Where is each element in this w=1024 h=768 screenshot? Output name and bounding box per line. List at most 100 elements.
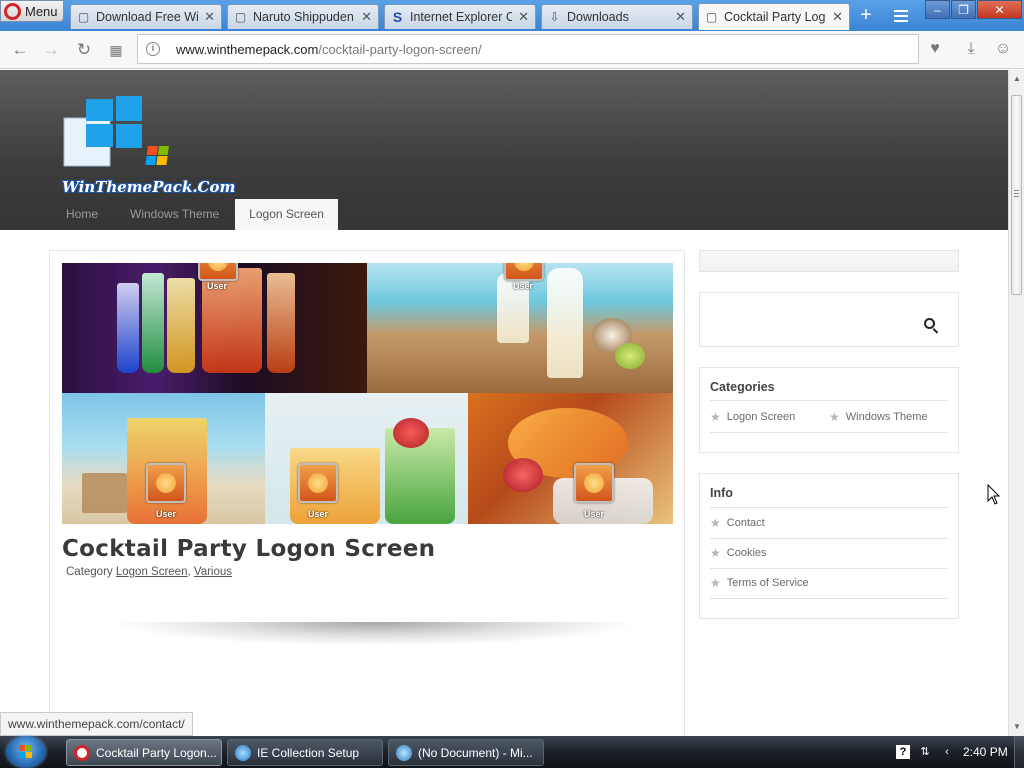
- info-link-label: Terms of Service: [726, 577, 809, 589]
- category-link-logon-screen[interactable]: Logon Screen: [116, 566, 188, 578]
- account-icon[interactable]: ☺: [993, 39, 1013, 59]
- show-desktop-button[interactable]: [1014, 736, 1024, 768]
- divider: [710, 400, 948, 401]
- sidebar-info-contact[interactable]: ★ Contact: [710, 516, 765, 530]
- user-avatar-icon: [146, 463, 186, 503]
- nav-home[interactable]: Home: [50, 199, 114, 230]
- taskbar-button-label: IE Collection Setup: [257, 745, 360, 760]
- tile-user-label: User: [207, 281, 228, 291]
- link-status-url: www.winthemepack.com/contact/: [0, 712, 193, 736]
- tab-internet-explorer[interactable]: S Internet Explorer Co ✕: [384, 4, 536, 29]
- divider-shadow: [110, 622, 640, 646]
- sidebar-info-terms[interactable]: ★ Terms of Service: [710, 576, 809, 590]
- globe-icon: [396, 744, 412, 761]
- tile-user-label: User: [156, 509, 177, 519]
- minimize-window-button[interactable]: –: [925, 0, 950, 19]
- pina-colada-tile: User: [367, 263, 673, 393]
- opera-icon: [74, 744, 90, 761]
- back-arrow-icon[interactable]: ←: [10, 40, 30, 60]
- taskbar-button-ie-collection[interactable]: IE Collection Setup: [227, 739, 383, 766]
- winthemepack-logo[interactable]: WinThemePack.Com: [62, 96, 236, 196]
- tile-user-label: User: [584, 509, 605, 519]
- forward-arrow-icon[interactable]: →: [41, 40, 61, 60]
- close-icon[interactable]: ✕: [675, 9, 686, 25]
- sidebar-category-logon-screen[interactable]: ★ Logon Screen: [710, 410, 795, 424]
- taskbar-button-opera[interactable]: Cocktail Party Logon...: [66, 739, 222, 766]
- speed-dial-grid-icon[interactable]: ▦: [106, 40, 126, 60]
- category-prefix: Category: [66, 566, 116, 578]
- address-bar: ← → ↻ ▦ i www.winthemepack.com/cocktail-…: [0, 31, 1024, 69]
- opera-menu-button[interactable]: Menu: [0, 0, 64, 22]
- divider: [710, 432, 948, 433]
- divider: [710, 598, 948, 599]
- url-input[interactable]: i www.winthemepack.com/cocktail-party-lo…: [137, 34, 919, 64]
- close-window-button[interactable]: ✕: [977, 0, 1022, 19]
- nav-windows-theme[interactable]: Windows Theme: [114, 199, 235, 230]
- page-icon: ▢: [77, 10, 90, 24]
- s-logo-icon: S: [392, 9, 403, 25]
- page-viewport: WinThemePack.Com Home Windows Theme Logo…: [0, 70, 1008, 736]
- page-scrollbar[interactable]: ▲ ▼: [1008, 70, 1024, 736]
- post-title: Cocktail Party Logon Screen: [62, 536, 436, 562]
- menu-label: Menu: [25, 3, 58, 19]
- post-preview-image[interactable]: User User User User User: [62, 263, 673, 524]
- scrollbar-thumb[interactable]: [1011, 95, 1022, 295]
- show-hidden-icons-chevron-icon[interactable]: ‹: [940, 745, 954, 759]
- close-icon[interactable]: ✕: [832, 9, 843, 25]
- taskbar-button-label: (No Document) - Mi...: [418, 745, 533, 760]
- tile-user-label: User: [308, 509, 329, 519]
- tab-download-free-windows[interactable]: ▢ Download Free Windows ✕: [70, 4, 222, 29]
- post-content: User User User User User Cocktail Party …: [49, 250, 685, 736]
- tab-downloads[interactable]: ⇩ Downloads ✕: [541, 4, 693, 29]
- star-icon: ★: [710, 546, 721, 560]
- tab-naruto-shippuden[interactable]: ▢ Naruto Shippuden ✕: [227, 4, 379, 29]
- divider: [710, 538, 948, 539]
- taskbar-clock[interactable]: 2:40 PM: [963, 745, 1008, 759]
- page-icon: ▢: [234, 10, 247, 24]
- network-icon[interactable]: ⇅: [918, 745, 932, 759]
- cocktail-glasses-tile: User: [62, 263, 367, 393]
- fruit-cocktail-tile: User: [265, 393, 468, 524]
- post-categories: Category Logon Screen, Various: [66, 566, 232, 578]
- url-path: /cocktail-party-logon-screen/: [318, 42, 482, 57]
- sidebar-info-cookies[interactable]: ★ Cookies: [710, 546, 767, 560]
- close-icon[interactable]: ✕: [204, 9, 215, 25]
- reload-icon[interactable]: ↻: [74, 40, 94, 60]
- user-avatar-icon: [298, 463, 338, 503]
- tab-title: Download Free Windows: [96, 10, 198, 24]
- scroll-up-arrow-icon[interactable]: ▲: [1012, 74, 1022, 84]
- tab-cocktail-party[interactable]: ▢ Cocktail Party Logon Screen ✕: [698, 3, 850, 30]
- close-icon[interactable]: ✕: [361, 9, 372, 25]
- downloads-status-icon[interactable]: ⤓: [961, 39, 981, 59]
- site-info-icon[interactable]: i: [146, 42, 160, 56]
- tropical-drink-tile: User: [468, 393, 673, 524]
- user-avatar-icon: [574, 463, 614, 503]
- page-icon: ▢: [705, 10, 718, 24]
- url-domain: www.winthemepack.com: [176, 42, 319, 57]
- url-text: www.winthemepack.com/cocktail-party-logo…: [176, 42, 482, 57]
- sidebar-search-box[interactable]: [699, 292, 959, 347]
- tab-title: Internet Explorer Co: [410, 10, 513, 24]
- user-avatar-icon: [198, 263, 238, 281]
- heart-bookmark-icon[interactable]: ♥: [925, 39, 945, 59]
- download-icon: ⇩: [549, 10, 560, 24]
- windows-taskbar: Cocktail Party Logon... IE Collection Se…: [0, 736, 1024, 768]
- taskbar-button-no-document[interactable]: (No Document) - Mi...: [388, 739, 544, 766]
- search-icon[interactable]: [924, 318, 935, 329]
- tab-list-menu-icon[interactable]: [890, 7, 912, 25]
- nav-logon-screen[interactable]: Logon Screen: [235, 199, 338, 230]
- category-link-various[interactable]: Various: [194, 566, 232, 578]
- new-tab-plus-icon[interactable]: +: [854, 5, 878, 26]
- star-icon: ★: [710, 410, 721, 424]
- tab-title: Cocktail Party Logon Screen: [724, 10, 826, 24]
- scroll-down-arrow-icon[interactable]: ▼: [1012, 722, 1022, 732]
- maximize-window-button[interactable]: ❐: [951, 0, 976, 19]
- tab-title: Naruto Shippuden: [253, 10, 354, 24]
- sidebar-category-windows-theme[interactable]: ★ Windows Theme: [829, 410, 927, 424]
- star-icon: ★: [710, 576, 721, 590]
- divider: [710, 507, 948, 508]
- start-button[interactable]: [6, 736, 46, 768]
- help-icon[interactable]: ?: [896, 745, 910, 759]
- close-icon[interactable]: ✕: [518, 9, 529, 25]
- logo-text: WinThemePack.Com: [62, 178, 236, 196]
